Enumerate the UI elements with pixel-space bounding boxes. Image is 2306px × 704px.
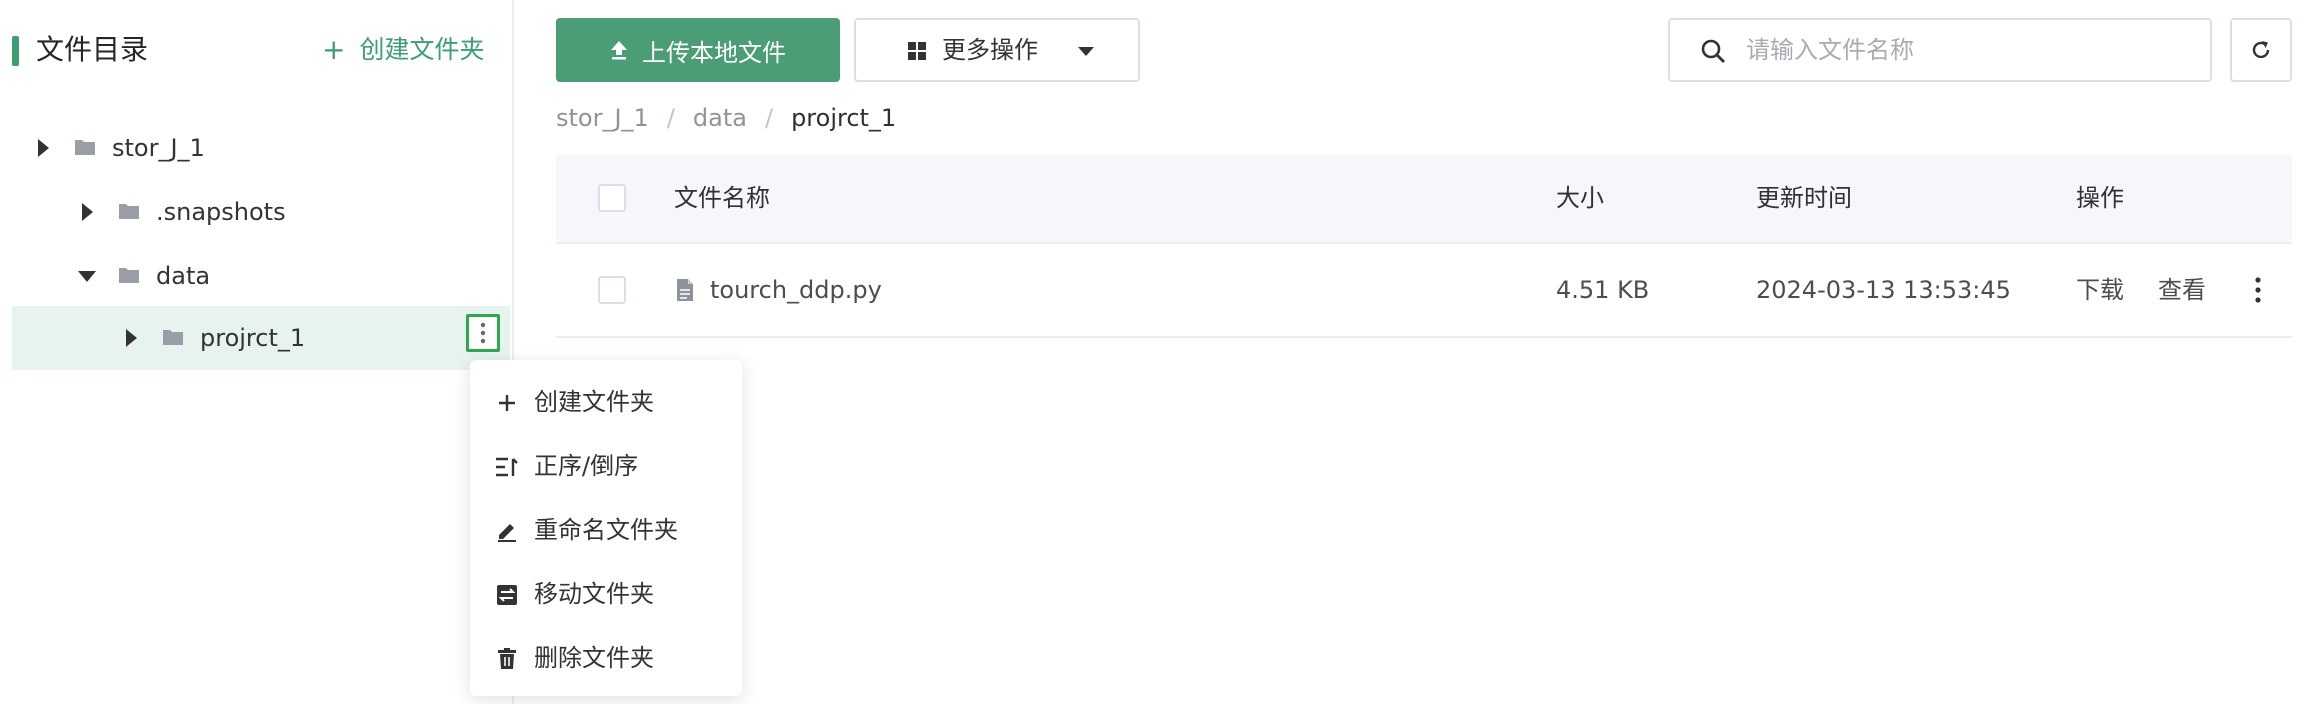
refresh-button[interactable] — [2230, 18, 2292, 82]
sidebar-header: 文件目录 + 创建文件夹 — [0, 0, 514, 100]
sort-icon — [494, 454, 520, 480]
more-actions-label: 更多操作 — [942, 36, 1038, 64]
node-more-button[interactable] — [466, 314, 500, 352]
tree-node-projrct-1[interactable]: projrct_1 — [12, 306, 510, 370]
file-search-box — [1668, 18, 2212, 82]
menu-item-label: 删除文件夹 — [534, 644, 654, 672]
file-name[interactable]: tourch_ddp.py — [710, 244, 882, 336]
menu-item-create-folder[interactable]: 创建文件夹 — [470, 370, 742, 434]
caret-right-icon[interactable] — [82, 203, 93, 221]
folder-icon — [75, 140, 95, 155]
grid-icon — [908, 42, 926, 60]
tree-node-data[interactable]: data — [12, 244, 510, 308]
folder-icon — [163, 330, 183, 345]
search-input[interactable] — [1746, 28, 2196, 72]
breadcrumb-separator: / — [666, 104, 675, 132]
upload-button-label: 上传本地文件 — [642, 38, 786, 67]
download-link[interactable]: 下载 — [2076, 244, 2124, 336]
tree-node-snapshots[interactable]: .snapshots — [12, 180, 510, 244]
trash-icon — [494, 646, 520, 672]
more-vertical-icon — [2255, 277, 2261, 303]
sidebar-title: 文件目录 — [36, 33, 149, 66]
more-actions-dropdown[interactable]: 更多操作 — [854, 18, 1140, 82]
menu-item-label: 移动文件夹 — [534, 580, 654, 608]
breadcrumb-separator: / — [764, 104, 774, 132]
menu-item-label: 重命名文件夹 — [534, 516, 678, 544]
menu-item-rename-folder[interactable]: 重命名文件夹 — [470, 498, 742, 562]
breadcrumb: stor_J_1 / data / projrct_1 — [556, 100, 896, 136]
folder-icon — [119, 268, 139, 283]
more-vertical-icon — [480, 322, 486, 344]
plus-icon: + — [322, 33, 346, 66]
create-folder-label: 创建文件夹 — [359, 35, 485, 64]
search-icon — [1701, 39, 1725, 63]
file-updated-time: 2024-03-13 13:53:45 — [1756, 276, 2011, 304]
sidebar: 文件目录 + 创建文件夹 stor_J_1 .snapshots data pr… — [0, 0, 514, 704]
row-more-button[interactable] — [2246, 272, 2270, 308]
move-icon — [494, 582, 520, 608]
folder-context-menu: 创建文件夹 正序/倒序 重命名文件夹 移动文件夹 删除文件夹 — [470, 360, 742, 696]
menu-item-sort[interactable]: 正序/倒序 — [470, 434, 742, 498]
select-all-checkbox[interactable] — [598, 184, 626, 212]
column-header-actions: 操作 — [2076, 184, 2124, 212]
file-icon — [677, 279, 693, 301]
menu-item-label: 正序/倒序 — [534, 452, 639, 480]
create-folder-button[interactable]: + 创建文件夹 — [322, 30, 484, 70]
table-row: tourch_ddp.py 4.51 KB 2024-03-13 13:53:4… — [556, 244, 2292, 338]
file-size: 4.51 KB — [1556, 276, 1650, 304]
plus-icon — [494, 390, 520, 416]
breadcrumb-current: projrct_1 — [791, 104, 897, 132]
column-header-updated: 更新时间 — [1756, 184, 1852, 212]
caret-right-icon[interactable] — [126, 329, 137, 347]
tree-node-label: stor_J_1 — [112, 134, 205, 162]
caret-down-icon[interactable] — [78, 271, 96, 282]
column-header-name: 文件名称 — [674, 184, 770, 212]
tree-node-label: .snapshots — [156, 198, 286, 226]
breadcrumb-item[interactable]: data — [693, 104, 747, 132]
menu-item-delete-folder[interactable]: 删除文件夹 — [470, 626, 742, 690]
menu-item-label: 创建文件夹 — [534, 388, 654, 416]
title-accent-bar — [12, 36, 19, 66]
upload-local-file-button[interactable]: 上传本地文件 — [556, 18, 840, 82]
row-checkbox[interactable] — [598, 276, 626, 304]
table-header: 文件名称 大小 更新时间 操作 — [556, 154, 2292, 244]
folder-icon — [119, 204, 139, 219]
tree-node-label: data — [156, 262, 211, 290]
file-manager-app: 文件目录 + 创建文件夹 stor_J_1 .snapshots data pr… — [0, 0, 2306, 704]
tree-node-label: projrct_1 — [200, 324, 306, 352]
menu-item-move-folder[interactable]: 移动文件夹 — [470, 562, 742, 626]
chevron-down-icon — [1078, 47, 1094, 56]
upload-icon — [611, 41, 627, 60]
tree-node-stor-j-1[interactable]: stor_J_1 — [12, 116, 510, 180]
refresh-icon — [2252, 41, 2270, 59]
column-header-size: 大小 — [1556, 184, 1604, 212]
breadcrumb-item[interactable]: stor_J_1 — [556, 104, 649, 132]
view-link[interactable]: 查看 — [2158, 244, 2206, 336]
pencil-icon — [494, 518, 520, 544]
caret-right-icon[interactable] — [38, 139, 49, 157]
